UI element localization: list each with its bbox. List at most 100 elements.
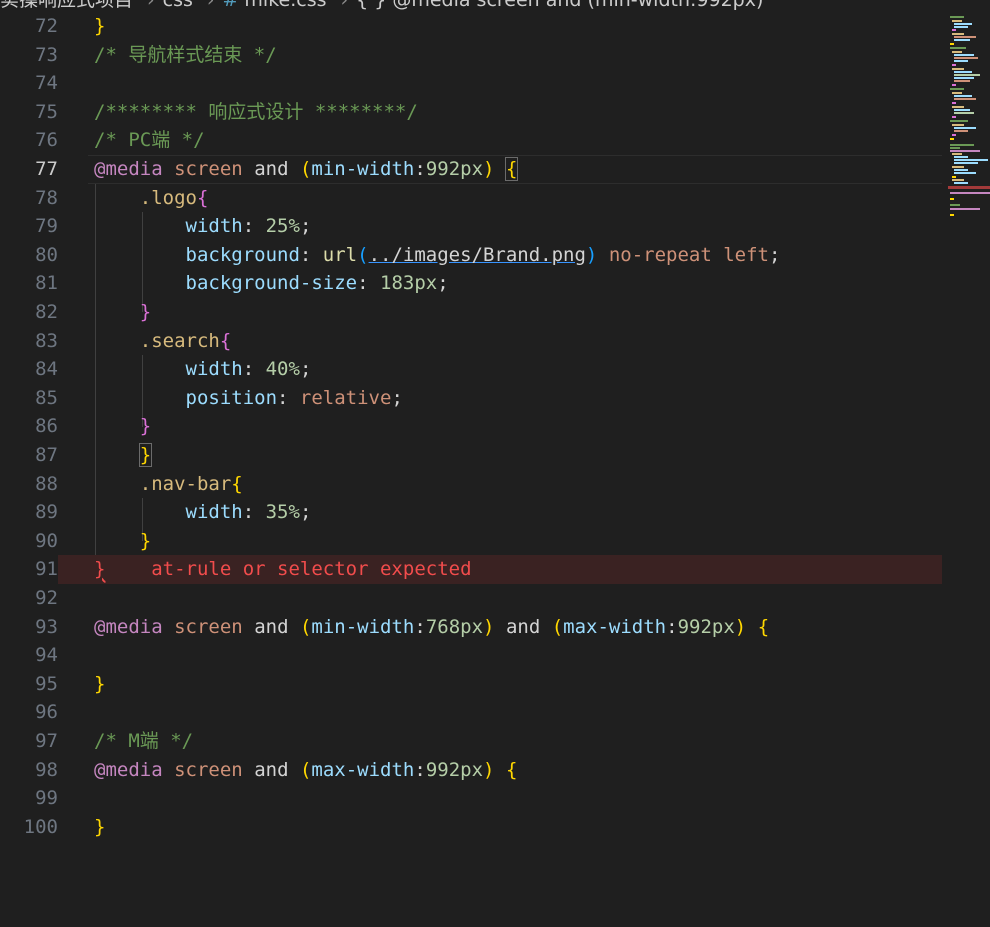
line-number: 89 — [35, 501, 58, 524]
code-line[interactable]: 76 /* PC端 */ — [0, 126, 942, 155]
line-number: 97 — [35, 730, 58, 752]
media-type: screen — [174, 158, 243, 180]
breadcrumb-project[interactable]: 实操响应式项目 — [0, 0, 133, 11]
code-editor[interactable]: 72 } 73 /* 导航样式结束 */ 74 75 /******** 响应式… — [0, 12, 942, 882]
code-line[interactable]: 93 @media screen and (min-width:768px) a… — [0, 613, 942, 642]
line-number: 72 — [35, 15, 58, 37]
line-number: 80 — [35, 243, 58, 266]
line-number: 82 — [35, 301, 58, 323]
code-line[interactable]: 72 } — [0, 12, 942, 41]
media-value: 992px — [677, 615, 735, 638]
breadcrumb-file[interactable]: mike.css — [244, 0, 326, 11]
property: width — [185, 215, 243, 238]
code-line[interactable]: 74 — [0, 69, 942, 98]
code-line[interactable]: 85 position: relative; — [0, 384, 942, 413]
comment: /* M端 */ — [94, 730, 194, 752]
code-line[interactable]: 73 /* 导航样式结束 */ — [0, 41, 942, 70]
media-value: 992px — [425, 158, 484, 180]
code-line[interactable]: 90 } — [0, 527, 942, 556]
property: background-size — [185, 272, 358, 295]
line-number: 81 — [35, 272, 58, 295]
value: 183px — [380, 272, 438, 295]
code-line[interactable]: 88 .nav-bar{ — [0, 470, 942, 499]
line-number: 93 — [35, 615, 58, 638]
line-number: 83 — [35, 329, 58, 352]
code-line[interactable]: 81 background-size: 183px; — [0, 269, 942, 298]
selector: .search — [139, 329, 220, 352]
value: 40% — [265, 358, 300, 381]
code-line-current[interactable]: 77 @media screen and (min-width:992px) { — [0, 155, 942, 184]
at-rule-keyword: @media — [94, 758, 163, 781]
breadcrumb[interactable]: 实操响应式项目 › css › # mike.css › { } @media screen a… — [0, 0, 990, 12]
line-number: 98 — [35, 758, 58, 781]
code-line[interactable]: 94 — [0, 641, 942, 670]
and-keyword: and — [505, 615, 541, 638]
line-number: 90 — [35, 529, 58, 552]
error-brace: } — [94, 558, 106, 581]
url-function: url — [322, 243, 358, 266]
line-number: 92 — [35, 587, 58, 609]
code-line[interactable]: 86 } — [0, 412, 942, 441]
at-rule-keyword: @media — [94, 615, 163, 638]
code-line[interactable]: 96 — [0, 698, 942, 727]
error-lens-message: at-rule or selector expected — [151, 558, 472, 581]
selector: .logo — [139, 186, 197, 209]
line-number: 85 — [35, 386, 58, 409]
comment: /******** 响应式设计 ********/ — [94, 100, 418, 123]
code-line[interactable]: 89 width: 35%; — [0, 498, 942, 527]
line-number: 75 — [35, 100, 58, 123]
line-number: 87 — [35, 444, 58, 466]
media-type: screen — [174, 758, 243, 781]
breadcrumb-folder[interactable]: css — [163, 0, 193, 11]
code-line[interactable]: 84 width: 40%; — [0, 355, 942, 384]
value: no-repeat — [608, 243, 712, 266]
media-value: 992px — [425, 758, 484, 781]
property: width — [185, 358, 243, 381]
line-number: 73 — [35, 43, 58, 66]
code-line[interactable]: 98 @media screen and (max-width:992px) { — [0, 756, 942, 785]
line-number: 77 — [35, 158, 58, 180]
css-file-icon: # — [222, 0, 239, 11]
value: 35% — [265, 501, 300, 524]
line-number: 91 — [0, 555, 58, 584]
code-line[interactable]: 83 .search{ — [0, 327, 942, 356]
code-line[interactable]: 99 — [0, 784, 942, 813]
comment: /* PC端 */ — [94, 129, 205, 152]
line-number: 95 — [35, 672, 58, 695]
minimap[interactable] — [948, 14, 990, 224]
property: width — [185, 501, 243, 524]
line-number: 74 — [35, 72, 58, 95]
media-feature: max-width — [311, 758, 415, 781]
code-line[interactable]: 80 background: url(../images/Brand.png) … — [0, 241, 942, 270]
code-line-error[interactable]: 91 } at-rule or selector expected — [0, 555, 942, 584]
line-number: 88 — [35, 472, 58, 495]
code-line[interactable]: 79 width: 25%; — [0, 212, 942, 241]
value: left — [723, 243, 769, 266]
code-line[interactable]: 100 } — [0, 813, 942, 842]
line-number: 86 — [35, 415, 58, 438]
media-type: screen — [174, 615, 243, 638]
symbol-braces-icon: { } — [356, 0, 387, 11]
media-feature: min-width — [311, 158, 415, 180]
code-line[interactable]: 95 } — [0, 670, 942, 699]
line-number: 94 — [35, 644, 58, 667]
value: 25% — [265, 215, 300, 238]
property: background — [185, 243, 300, 266]
closing-brace: } — [94, 15, 106, 37]
code-line[interactable]: 82 } — [0, 298, 942, 327]
code-line[interactable]: 75 /******** 响应式设计 ********/ — [0, 98, 942, 127]
url-link[interactable]: ../images/Brand.png — [369, 244, 586, 266]
value: relative — [299, 386, 392, 409]
media-value: 768px — [425, 615, 484, 638]
code-line[interactable]: 78 .logo{ — [0, 184, 942, 213]
code-line[interactable]: 92 — [0, 584, 942, 613]
at-rule-keyword: @media — [94, 158, 163, 180]
chevron-right-icon: › — [340, 0, 349, 11]
code-line[interactable]: 97 /* M端 */ — [0, 727, 942, 756]
line-number: 84 — [35, 358, 58, 381]
breadcrumb-symbol[interactable]: @media screen and (min-width:992px) — [392, 0, 763, 11]
code-line[interactable]: 87 } — [0, 441, 942, 470]
line-number: 99 — [35, 787, 58, 810]
line-number: 96 — [35, 701, 58, 724]
media-feature: min-width — [311, 615, 415, 638]
